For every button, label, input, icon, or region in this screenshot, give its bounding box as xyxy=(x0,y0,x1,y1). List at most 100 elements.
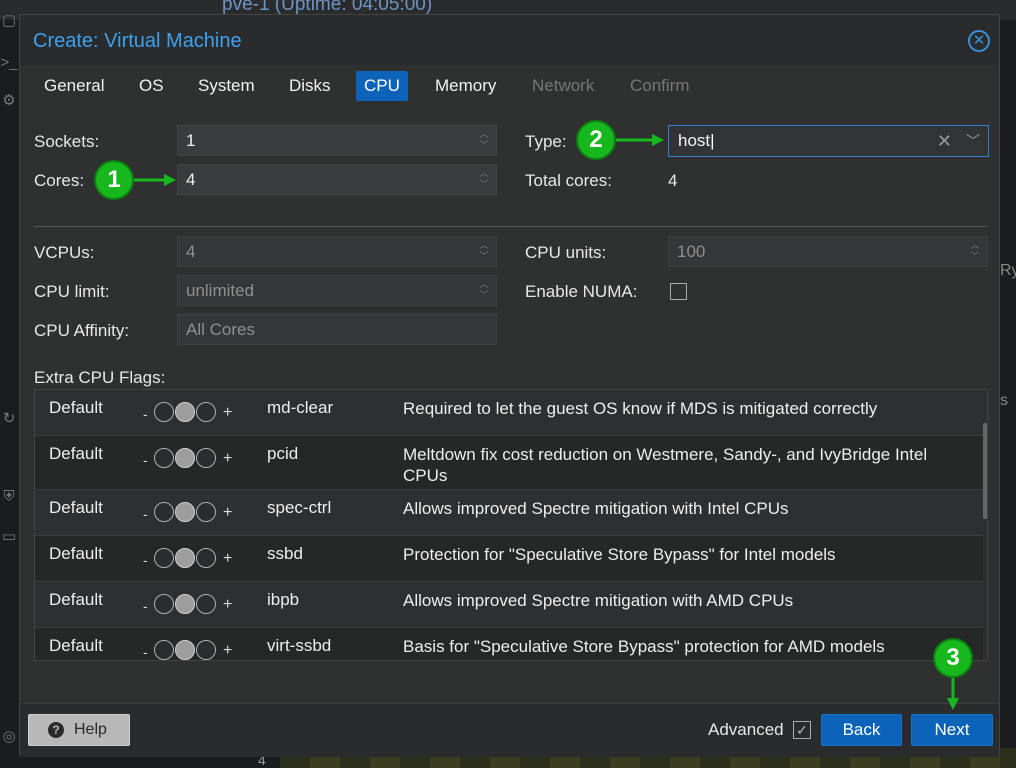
cpu-units-label: CPU units: xyxy=(525,243,607,262)
callout-badge-3: 3 xyxy=(933,638,973,678)
cpu-limit-label: CPU limit: xyxy=(34,282,110,301)
cpu-type-combobox[interactable]: host| ✕ ﹀ xyxy=(668,125,989,157)
minus-icon: - xyxy=(143,406,148,422)
close-icon[interactable]: ✕ xyxy=(968,30,990,52)
flag-description: Protection for "Speculative Store Bypass… xyxy=(403,545,836,564)
dialog-footer: ? Help Advanced ✓ Back Next xyxy=(20,703,999,757)
flag-tristate-slider[interactable]: - + xyxy=(143,502,243,524)
background-text: Ry xyxy=(1000,262,1016,279)
chevron-down-icon[interactable]: ﹀ xyxy=(966,126,980,156)
cpu-flags-grid: Default - + md-clear Required to let the… xyxy=(34,389,988,661)
plus-icon: + xyxy=(223,642,233,659)
help-icon: ? xyxy=(48,722,64,738)
flag-tristate-slider[interactable]: - + xyxy=(143,448,243,470)
flag-description: Allows improved Spectre mitigation with … xyxy=(403,499,789,518)
minus-icon: - xyxy=(143,598,148,614)
create-vm-dialog: Create: Virtual Machine ✕ General OS Sys… xyxy=(19,14,1000,757)
flag-tristate-slider[interactable]: - + xyxy=(143,594,243,616)
vcpus-spinner[interactable]: 4 ︿ ﹀ xyxy=(177,236,497,267)
tab-cpu[interactable]: CPU xyxy=(356,71,408,101)
tab-os[interactable]: OS xyxy=(131,71,172,101)
next-button[interactable]: Next xyxy=(911,714,993,746)
callout-badge-1: 1 xyxy=(94,160,134,200)
tab-confirm: Confirm xyxy=(630,76,690,95)
tab-disks[interactable]: Disks xyxy=(281,71,339,101)
cpu-affinity-input[interactable]: All Cores xyxy=(177,314,497,345)
flag-state-label: Default xyxy=(49,636,103,655)
background-network-icon: ◎ xyxy=(2,728,16,745)
flag-name: ssbd xyxy=(267,544,303,563)
dialog-title: Create: Virtual Machine xyxy=(33,30,242,52)
background-console-icon: >_ xyxy=(0,54,18,71)
sockets-label: Sockets: xyxy=(34,132,100,151)
flag-tristate-slider[interactable]: - + xyxy=(143,640,243,660)
cpu-units-value: 100 xyxy=(677,242,706,261)
type-label: Type: xyxy=(525,132,567,151)
help-button[interactable]: ? Help xyxy=(28,714,130,746)
total-cores-label: Total cores: xyxy=(525,171,612,190)
sockets-value: 1 xyxy=(186,131,196,150)
flag-name: virt-ssbd xyxy=(267,636,332,655)
background-gear-icon: ⚙ xyxy=(2,92,16,109)
tab-memory[interactable]: Memory xyxy=(427,71,504,101)
table-row: Default - + virt-ssbd Basis for "Specula… xyxy=(35,628,983,660)
flag-description: Meltdown fix cost reduction on Westmere,… xyxy=(403,445,928,485)
plus-icon: + xyxy=(223,550,233,567)
minus-icon: - xyxy=(143,552,148,568)
total-cores-value: 4 xyxy=(668,171,678,190)
background-shield-icon: ⛨ xyxy=(3,488,15,505)
table-row: Default - + ibpb Allows improved Spectre… xyxy=(35,582,983,628)
flag-name: md-clear xyxy=(267,398,334,417)
sockets-spinner[interactable]: 1 ︿ ﹀ xyxy=(177,125,497,156)
help-button-label: Help xyxy=(74,721,107,738)
minus-icon: - xyxy=(143,506,148,522)
back-button[interactable]: Back xyxy=(821,714,902,746)
clear-icon[interactable]: ✕ xyxy=(937,126,952,156)
callout-arrow-1 xyxy=(134,174,176,186)
tab-network: Network xyxy=(532,76,595,95)
tab-general[interactable]: General xyxy=(36,71,112,101)
flag-state-label: Default xyxy=(49,590,103,609)
cores-spinner[interactable]: 4 ︿ ﹀ xyxy=(177,164,497,195)
tab-system[interactable]: System xyxy=(190,71,263,101)
callout-badge-2: 2 xyxy=(576,120,616,160)
dialog-header: Create: Virtual Machine ✕ xyxy=(20,15,999,65)
plus-icon: + xyxy=(223,596,233,613)
flag-description: Basis for "Speculative Store Bypass" pro… xyxy=(403,637,885,656)
wizard-tabs: General OS System Disks CPU Memory Netwo… xyxy=(20,69,999,105)
table-row: Default - + spec-ctrl Allows improved Sp… xyxy=(35,490,983,536)
cpu-affinity-label: CPU Affinity: xyxy=(34,321,130,340)
spinner-arrows-icon[interactable]: ︿ ﹀ xyxy=(478,129,490,152)
spinner-arrows-icon[interactable]: ︿ ﹀ xyxy=(478,240,490,263)
cores-value: 4 xyxy=(186,170,196,189)
section-divider xyxy=(34,226,988,227)
plus-icon: + xyxy=(223,450,233,467)
advanced-label: Advanced xyxy=(708,720,784,739)
spinner-arrows-icon[interactable]: ︿ ﹀ xyxy=(478,168,490,191)
flag-tristate-slider[interactable]: - + xyxy=(143,548,243,570)
plus-icon: + xyxy=(223,404,233,421)
callout-arrow-2 xyxy=(616,134,664,146)
background-drive-icon: ▭ xyxy=(1,528,17,545)
flag-description: Required to let the guest OS know if MDS… xyxy=(403,399,878,418)
callout-arrow-3 xyxy=(947,678,959,710)
cpu-limit-spinner[interactable]: unlimited ︿ ﹀ xyxy=(177,275,497,306)
vcpus-value: 4 xyxy=(186,242,196,261)
cpu-units-spinner[interactable]: 100 ︿ ﹀ xyxy=(668,236,988,267)
spinner-arrows-icon[interactable]: ︿ ﹀ xyxy=(969,240,981,263)
flag-state-label: Default xyxy=(49,444,103,463)
background-window-icon: ▢ xyxy=(1,12,17,29)
spinner-arrows-icon[interactable]: ︿ ﹀ xyxy=(478,279,490,302)
advanced-checkbox[interactable]: ✓ xyxy=(793,721,811,739)
flags-grid-scrollbar[interactable] xyxy=(983,423,987,519)
table-row: Default - + md-clear Required to let the… xyxy=(35,390,983,436)
flag-state-label: Default xyxy=(49,398,103,417)
enable-numa-checkbox[interactable] xyxy=(670,283,687,300)
enable-numa-label: Enable NUMA: xyxy=(525,282,638,301)
flag-name: ibpb xyxy=(267,590,300,609)
flag-tristate-slider[interactable]: - + xyxy=(143,402,243,424)
flag-description: Allows improved Spectre mitigation with … xyxy=(403,591,794,610)
cpu-affinity-placeholder: All Cores xyxy=(186,320,255,339)
flag-state-label: Default xyxy=(49,498,103,517)
background-refresh-icon: ↻ xyxy=(2,410,16,427)
